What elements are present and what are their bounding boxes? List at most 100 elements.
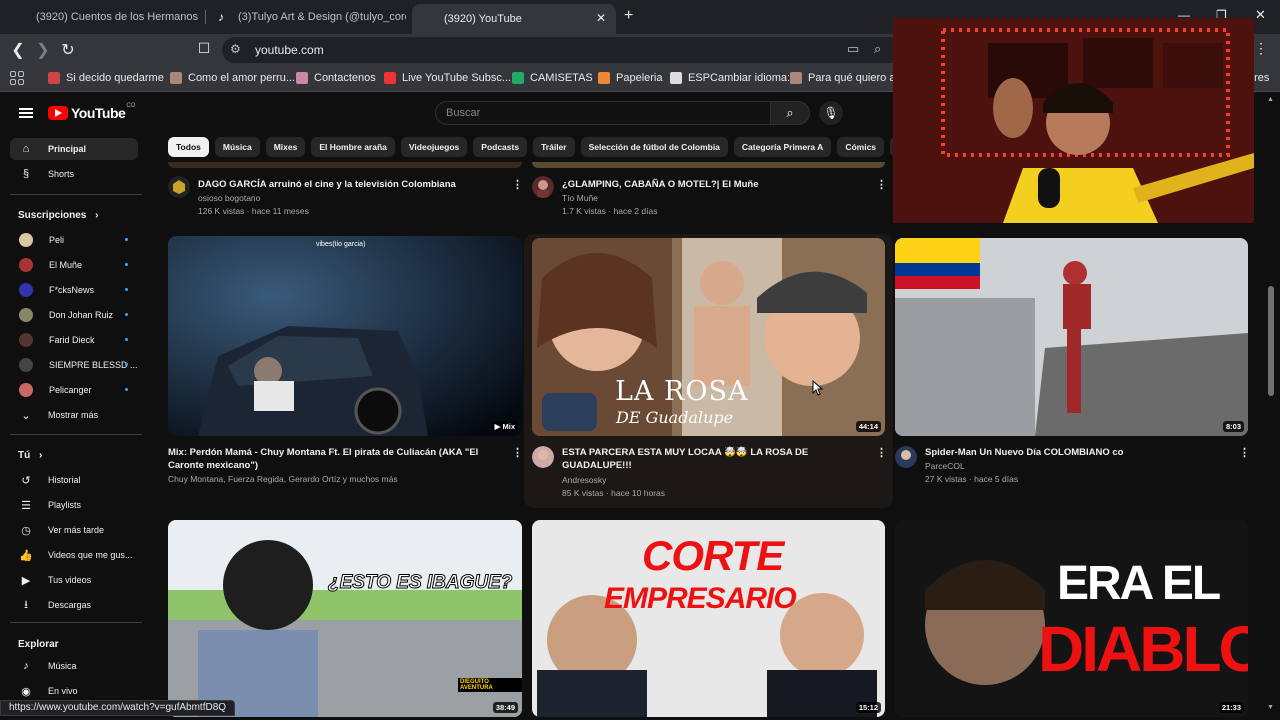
bookmark-favicon-icon: [296, 72, 308, 84]
sidebar-item-your-videos[interactable]: ▶ Tus videos: [10, 569, 138, 591]
sidebar-item-subscription[interactable]: Pelicanger: [10, 379, 138, 401]
bookmark-item[interactable]: Live YouTube Subsc...: [384, 72, 511, 84]
channel-name[interactable]: osioso bogotano: [198, 192, 260, 205]
video-title[interactable]: Spider-Man Un Nuevo Día COLOMBIANO co: [925, 446, 1225, 459]
browser-tab[interactable]: ♪ (3)Tulyo Art & Design (@tulyo_coron: [208, 4, 406, 30]
show-more-button[interactable]: ⌄ Mostrar más: [10, 404, 138, 426]
voice-search-button[interactable]: 🎙: [819, 101, 843, 125]
video-thumbnail[interactable]: vibes(tio garcia) ▶ Mix: [168, 236, 522, 436]
filter-chip[interactable]: Videojuegos: [400, 137, 468, 157]
sidebar-item-subscription[interactable]: F*cksNews: [10, 279, 138, 301]
status-bar: https://www.youtube.com/watch?v=gufAbmtf…: [0, 700, 236, 716]
filter-chip[interactable]: Todos: [168, 137, 209, 157]
filter-chip[interactable]: Música: [214, 137, 260, 157]
avatar: [19, 333, 33, 347]
channel-name[interactable]: Tío Muñe: [562, 192, 598, 205]
sidebar-item-watch-later[interactable]: ◷ Ver más tarde: [10, 519, 138, 541]
sidebar-item-home[interactable]: ⌂ Principal: [10, 138, 138, 160]
channel-avatar[interactable]: [168, 176, 190, 198]
close-icon[interactable]: ✕: [596, 11, 606, 25]
site-info-icon[interactable]: ⚙: [230, 42, 241, 56]
channel-avatar[interactable]: [532, 446, 554, 468]
reload-button[interactable]: ↻: [58, 40, 78, 60]
bookmark-item[interactable]: Como el amor perru...: [170, 72, 295, 84]
filter-chip[interactable]: Selección de fútbol de Colombia: [580, 137, 728, 157]
new-content-dot: [125, 238, 128, 241]
bookmark-favicon-icon: [384, 72, 396, 84]
video-title[interactable]: Mix: Perdón Mamá - Chuy Montana Ft. El p…: [168, 446, 488, 472]
subscriptions-heading[interactable]: Suscripciones ›: [18, 210, 98, 221]
forward-button[interactable]: ❯: [33, 40, 53, 60]
sidebar-item-subscription[interactable]: Farid Dieck: [10, 329, 138, 351]
video-thumbnail[interactable]: ERA EL DIABLO 21:33: [895, 520, 1248, 717]
sidebar-item-subscription[interactable]: El Muñe: [10, 254, 138, 276]
sidebar-item-shorts[interactable]: § Shorts: [10, 163, 138, 185]
filter-chip[interactable]: Mixes: [265, 137, 306, 157]
channel-name[interactable]: Andresosky: [562, 474, 606, 487]
sidebar-item-playlists[interactable]: ☰ Playlists: [10, 494, 138, 516]
filter-chip[interactable]: Categoría Primera A: [733, 137, 832, 157]
video-title[interactable]: DAGO GARCÍA arruinó el cine y la televis…: [198, 178, 498, 191]
channel-name[interactable]: ParceCOL: [925, 460, 965, 473]
more-options-icon[interactable]: ⋮: [876, 178, 887, 191]
scroll-down-icon[interactable]: ▼: [1267, 704, 1274, 711]
you-heading[interactable]: Tú ›: [18, 450, 42, 461]
bookmark-item[interactable]: ESPCambiar idioma:: [670, 72, 790, 84]
youtube-logo[interactable]: YouTube CO: [48, 103, 135, 121]
filter-chip[interactable]: El Hombre araña: [311, 137, 395, 157]
more-options-icon[interactable]: ⋮: [1239, 446, 1250, 459]
sidebar-item-subscription[interactable]: Don Johan Ruiz: [10, 304, 138, 326]
address-url[interactable]: youtube.com: [255, 43, 324, 57]
new-tab-button[interactable]: +: [624, 7, 633, 25]
apps-icon[interactable]: [10, 71, 24, 85]
filter-chip[interactable]: Tráiler: [533, 137, 575, 157]
menu-dots-icon[interactable]: ⋮: [1254, 40, 1268, 57]
sidebar-item-download[interactable]: ⭳ Descargas: [10, 594, 138, 616]
video-thumbnail[interactable]: 8:03: [895, 238, 1248, 436]
channel-avatar[interactable]: [532, 176, 554, 198]
sidebar-item-label: Principal: [48, 144, 87, 154]
filter-chip[interactable]: Podcasts: [473, 137, 528, 157]
video-title[interactable]: ESTA PARCERA ESTA MUY LOCAA 🤯🤯 LA ROSA D…: [562, 446, 862, 472]
search-button[interactable]: ⌕: [770, 101, 810, 125]
video-thumbnail[interactable]: ¿ESTO ES IBAGUE? DIEGUITO AVENTURA 38:49: [168, 520, 522, 717]
back-button[interactable]: ❮: [8, 40, 28, 60]
address-bar[interactable]: ⚙ youtube.com ▭ ⌕: [222, 37, 902, 63]
browser-tab-active[interactable]: (3920) YouTube ✕: [412, 4, 616, 34]
menu-icon[interactable]: [19, 108, 33, 118]
scrollbar-thumb[interactable]: [1268, 286, 1274, 396]
scroll-up-icon[interactable]: ▲: [1267, 96, 1274, 103]
video-thumbnail[interactable]: LA ROSA DE Guadalupe 44:14: [532, 238, 885, 436]
more-options-icon[interactable]: ⋮: [512, 178, 523, 191]
video-title[interactable]: ¿GLAMPING, CABAÑA O MOTEL?| El Muñe: [562, 178, 862, 191]
scrollbar[interactable]: ▲ ▼: [1266, 96, 1276, 716]
bookmark-icon[interactable]: ☐: [194, 40, 214, 57]
cast-icon[interactable]: ▭: [847, 41, 859, 57]
mic-icon: 🎙: [823, 106, 839, 120]
sidebar-item-like[interactable]: 👍 Videos que me gus...: [10, 544, 138, 566]
bookmark-item[interactable]: Para qué quiero asp: [790, 72, 907, 84]
sidebar-item-subscription[interactable]: SIEMPRE BLESSD ...: [10, 354, 138, 376]
bookmark-item[interactable]: Si decido quedarme: [48, 72, 164, 84]
thumbnail-caption: CORTE: [642, 532, 784, 579]
filter-chip[interactable]: Cómics: [837, 137, 885, 157]
bookmark-item[interactable]: CAMISETAS: [512, 72, 593, 84]
bookmark-favicon-icon: [790, 72, 802, 84]
tiktok-icon: ♪: [218, 10, 224, 24]
channel-avatar[interactable]: [895, 446, 917, 468]
sidebar-item-live[interactable]: ◉ En vivo: [10, 680, 138, 702]
window-close-icon[interactable]: ✕: [1255, 7, 1266, 23]
channel-name[interactable]: Chuy Montana, Fuerza Regida, Gerardo Ort…: [168, 473, 398, 486]
more-options-icon[interactable]: ⋮: [512, 446, 523, 459]
video-thumbnail[interactable]: CORTE EMPRESARIO 15:12: [532, 520, 885, 717]
avatar: [19, 308, 33, 322]
bookmark-item[interactable]: Papeleria: [598, 72, 662, 84]
sidebar-item-music[interactable]: ♪ Música: [10, 655, 138, 677]
sidebar-item-history[interactable]: ↺ Historial: [10, 469, 138, 491]
search-input[interactable]: Buscar: [435, 101, 771, 125]
sidebar-item-subscription[interactable]: Peli: [10, 229, 138, 251]
browser-tab[interactable]: (3920) Cuentos de los Hermanos Grim: [4, 4, 200, 30]
more-options-icon[interactable]: ⋮: [876, 446, 887, 459]
bookmark-item[interactable]: Contactenos: [296, 72, 376, 84]
zoom-icon[interactable]: ⌕: [874, 41, 881, 57]
